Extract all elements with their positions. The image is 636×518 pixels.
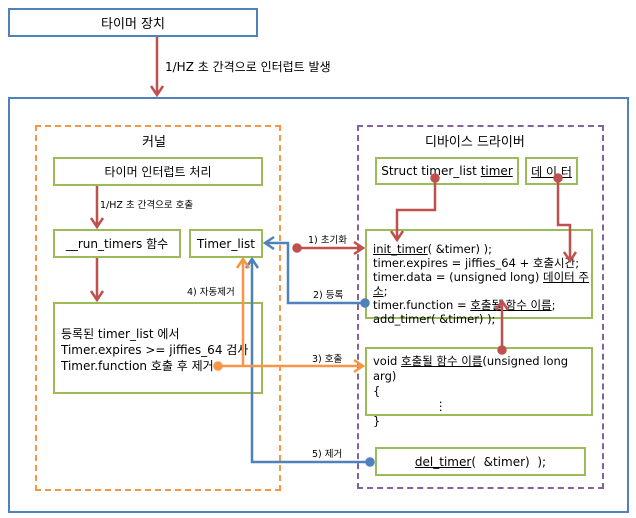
func-to-init-arrow — [494, 298, 510, 350]
connector-arrows — [89, 37, 578, 467]
call-arrow — [218, 358, 366, 374]
auto-remove-arrow — [235, 256, 251, 366]
process-arrow-down — [89, 258, 105, 303]
struct-to-init-arrow — [389, 178, 437, 243]
data-to-init-arrow — [556, 178, 578, 264]
call-arrow-down — [89, 186, 105, 230]
remove-arrow — [244, 256, 370, 464]
interrupt-arrow — [149, 37, 165, 98]
init-arrow — [297, 240, 366, 256]
